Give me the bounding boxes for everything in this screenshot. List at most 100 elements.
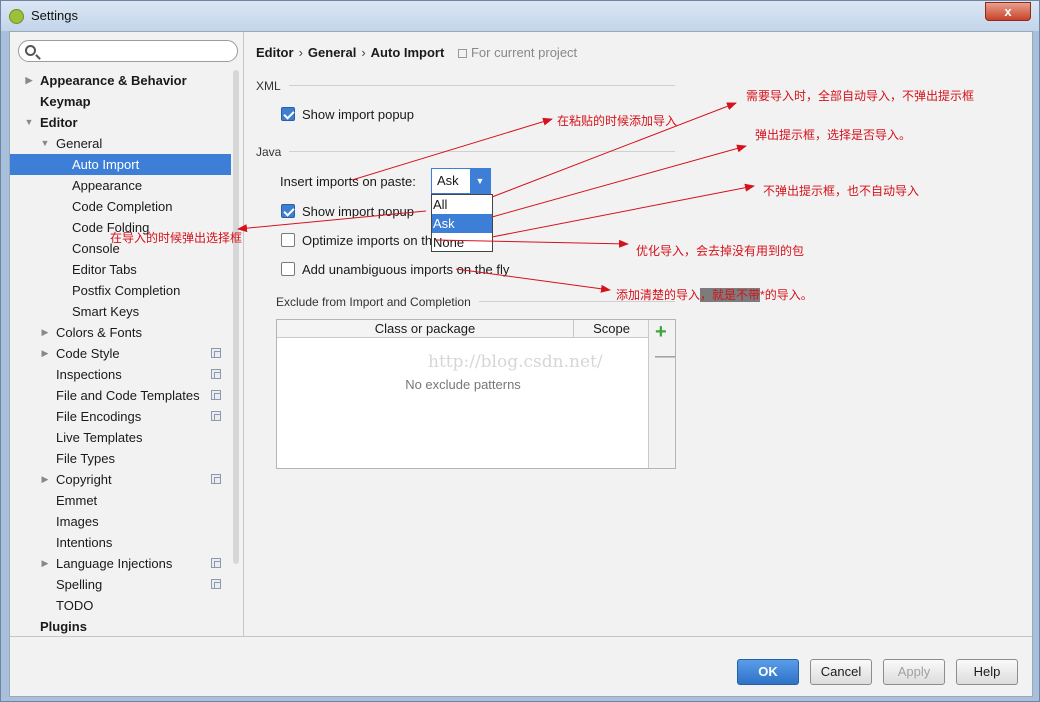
sidebar-item-label: Code Completion [72,199,173,214]
project-scope-icon [457,49,467,58]
java-divider [289,151,675,152]
sidebar-item[interactable]: Smart Keys [10,301,231,322]
expand-right-icon[interactable]: ▶ [40,343,50,364]
expand-right-icon[interactable]: ▶ [40,322,50,343]
sidebar-item[interactable]: ▶ Copyright [10,469,231,490]
sidebar-item[interactable]: TODO [10,595,231,616]
column-header-class[interactable]: Class or package [277,320,574,338]
insert-imports-select[interactable]: Ask ▼ [431,168,491,194]
project-settings-icon [211,348,221,358]
breadcrumb-editor: Editor [256,45,294,60]
sidebar-item[interactable]: Live Templates [10,427,231,448]
option-ask[interactable]: Ask [432,214,492,233]
sidebar-item[interactable]: Postfix Completion [10,280,231,301]
sidebar-item-label: Editor Tabs [72,262,137,277]
table-toolbar: + — [648,320,675,468]
add-icon[interactable]: + [655,322,667,342]
sidebar-item-label: Postfix Completion [72,283,181,298]
sidebar-item-label: Colors & Fonts [56,325,142,340]
expand-down-icon[interactable]: ▼ [40,133,50,154]
annotation-unambiguous-a: 添加清楚的导入 [616,288,701,302]
expand-down-icon[interactable]: ▼ [24,112,34,133]
help-button[interactable]: Help [956,659,1018,685]
sidebar-item[interactable]: Emmet [10,490,231,511]
close-button[interactable]: x [985,2,1031,21]
dialog-footer: OK Cancel Apply Help [10,636,1032,696]
exclude-section-label: Exclude from Import and Completion [276,295,471,309]
project-settings-icon [211,558,221,568]
exclude-table[interactable]: Class or package Scope No exclude patter… [276,319,676,469]
sidebar-item-label: Smart Keys [72,304,140,319]
sidebar-item-label: Live Templates [56,430,143,445]
project-settings-icon [211,369,221,379]
xml-show-popup-label: Show import popup [302,107,415,122]
sidebar-item[interactable]: ▶ Code Style [10,343,231,364]
ok-button[interactable]: OK [737,659,799,685]
sidebar-item[interactable]: ▶ Appearance & Behavior [10,70,231,91]
sidebar-item[interactable]: File and Code Templates [10,385,231,406]
sidebar-item[interactable]: Inspections [10,364,231,385]
scrollbar-thumb[interactable] [233,70,239,564]
insert-imports-value: Ask [437,173,459,188]
optimize-imports-checkbox[interactable]: Optimize imports on the fly [281,232,456,250]
sidebar-item[interactable]: Editor Tabs [10,259,231,280]
insert-imports-label: Insert imports on paste: [280,174,416,189]
expand-right-icon[interactable]: ▶ [24,70,34,91]
sidebar-item-label: Inspections [56,367,122,382]
option-all[interactable]: All [432,195,492,214]
annotation-optimize: 优化导入，会去掉没有用到的包 [636,244,805,258]
sidebar-item[interactable]: Intentions [10,532,231,553]
window-title: Settings [31,8,78,23]
sidebar-item-label: Auto Import [72,157,140,172]
apply-button[interactable]: Apply [883,659,945,685]
insert-imports-dropdown: All Ask None [431,194,493,252]
sidebar-item[interactable]: Keymap [10,91,231,112]
sidebar-item[interactable]: ▶ Language Injections [10,553,231,574]
java-section-label: Java [256,145,282,159]
unambiguous-imports-checkbox[interactable]: Add unambiguous imports on the fly [281,261,509,279]
breadcrumb-auto-import: Auto Import [370,45,445,60]
sidebar-item[interactable]: File Encodings [10,406,231,427]
checkbox-unchecked-icon [281,233,295,247]
sidebar-item[interactable]: ▼ General [10,133,231,154]
project-settings-icon [211,390,221,400]
checkbox-unchecked-icon [281,262,295,276]
sidebar-item[interactable]: Code Completion [10,196,231,217]
expand-right-icon[interactable]: ▶ [40,553,50,574]
sidebar-item[interactable]: ▶ Colors & Fonts [10,322,231,343]
sidebar-item-label: File and Code Templates [56,388,200,403]
annotation-all: 需要导入时，全部自动导入，不弹出提示框 [746,89,975,103]
option-none[interactable]: None [432,233,492,252]
sidebar-item-label: Plugins [40,619,87,634]
sidebar-item[interactable]: File Types [10,448,231,469]
android-studio-icon [9,9,24,24]
sidebar-item[interactable]: Auto Import [10,154,231,175]
watermark: http://blog.csdn.net/ [428,352,603,372]
sidebar-item-label: Copyright [56,472,112,487]
sidebar-item[interactable]: Appearance [10,175,231,196]
sidebar-item[interactable]: Plugins [10,616,231,637]
search-field[interactable] [18,40,238,62]
sidebar-item-label: Emmet [56,493,98,508]
sidebar-scrollbar[interactable] [232,70,240,630]
sidebar-item[interactable]: Images [10,511,231,532]
settings-sidebar: ▶ Appearance & Behavior Keymap ▼ Editor ▼ Gene… [10,32,244,636]
java-show-popup-checkbox[interactable]: Show import popup [281,203,414,221]
java-show-popup-label: Show import popup [302,204,415,219]
expand-right-icon[interactable]: ▶ [40,469,50,490]
breadcrumb-general: General [307,45,357,60]
xml-show-popup-checkbox[interactable]: Show import popup [281,106,414,124]
cancel-button[interactable]: Cancel [810,659,872,685]
remove-icon[interactable]: — [655,346,675,366]
sidebar-item-label: Code Style [56,346,120,361]
annotation-none: 不弹出提示框，也不自动导入 [763,184,920,198]
column-header-scope[interactable]: Scope [574,320,649,338]
sidebar-item[interactable]: Spelling [10,574,231,595]
sidebar-item-label: Language Injections [56,556,173,571]
annotation-paste: 在粘贴的时候添加导入 [557,114,678,128]
sidebar-item-label: TODO [56,598,94,613]
annotation-ask: 弹出提示框，选择是否导入。 [755,128,912,142]
checkbox-checked-icon [281,107,295,121]
sidebar-item[interactable]: ▼ Editor [10,112,231,133]
scope-label: For current project [470,45,578,60]
